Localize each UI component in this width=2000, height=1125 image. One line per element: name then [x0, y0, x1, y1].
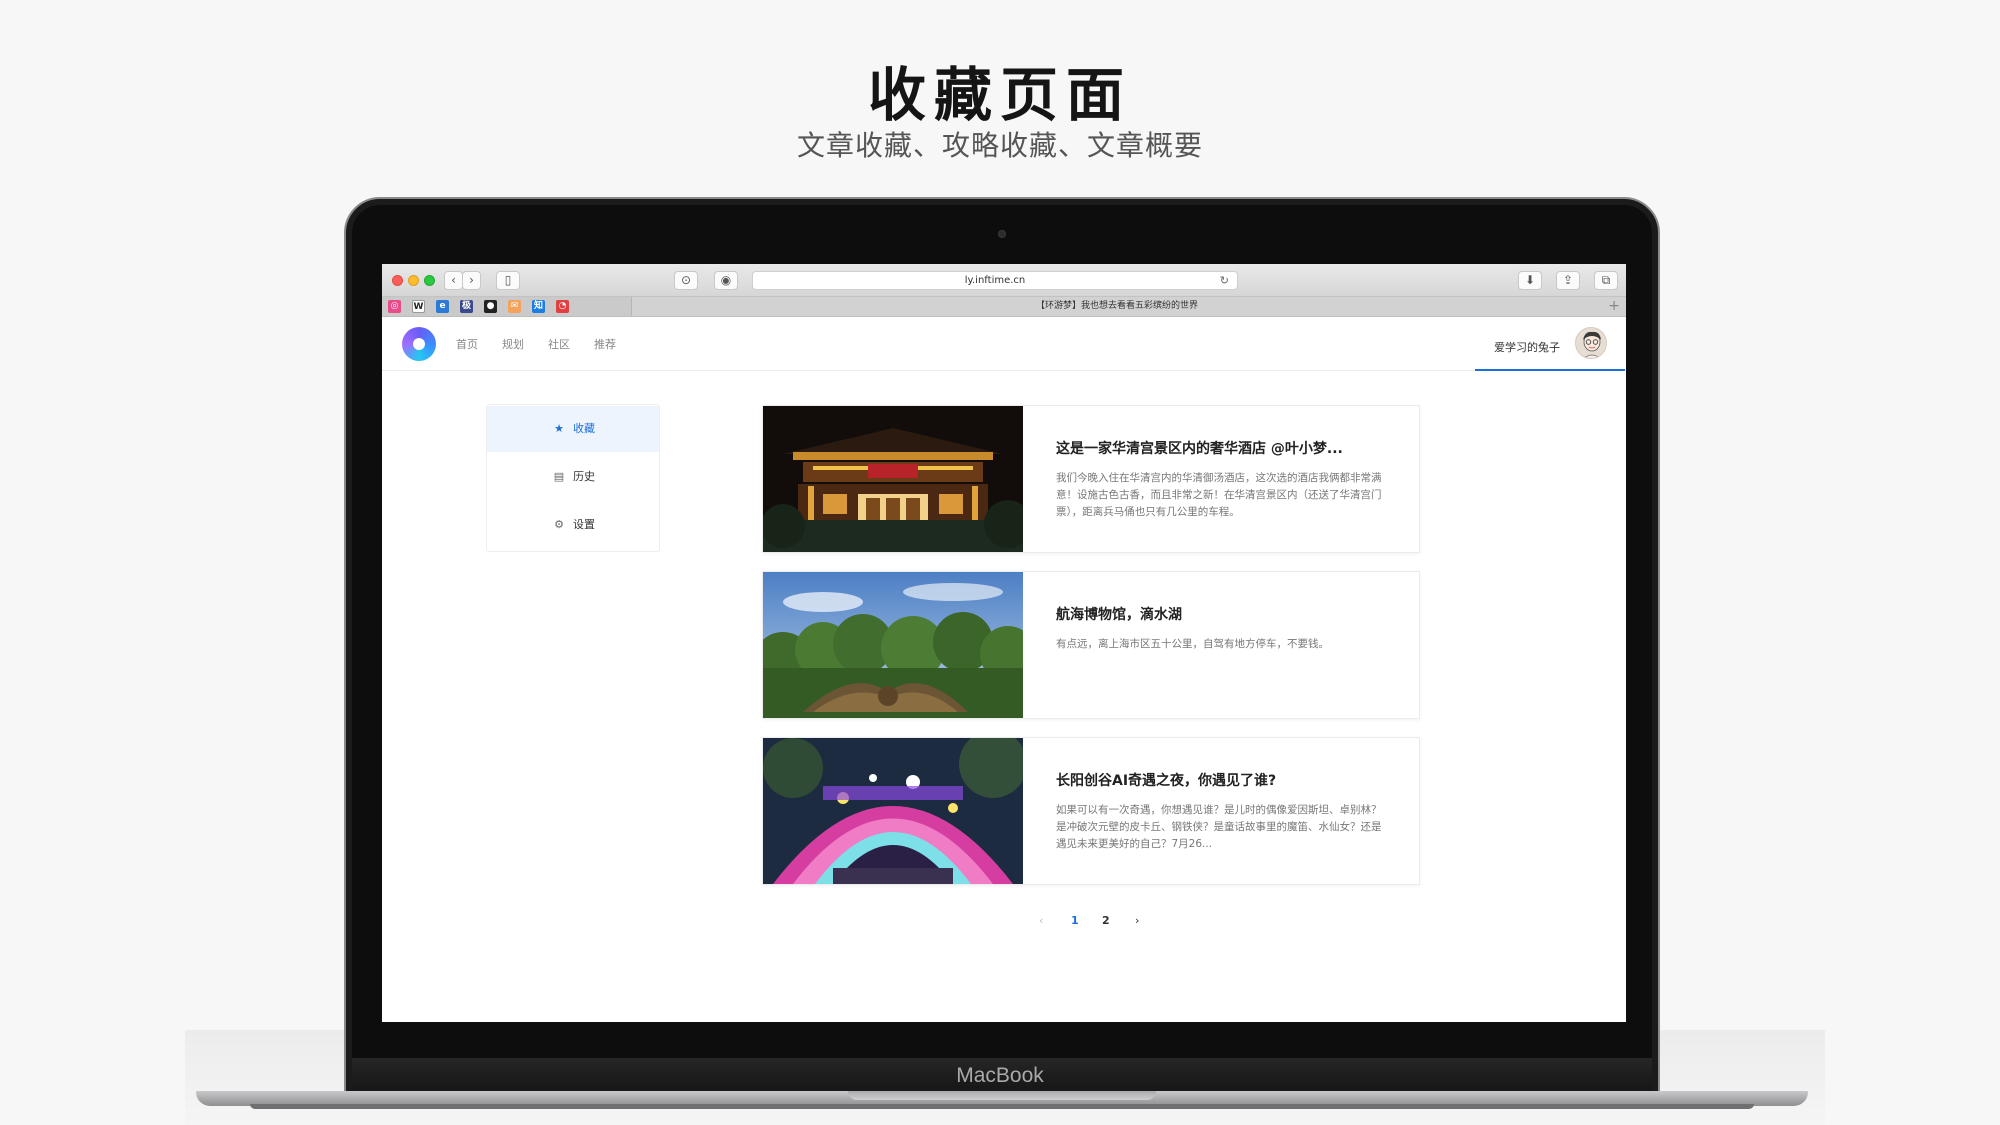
star-icon: ★ — [554, 422, 564, 435]
avatar[interactable] — [1575, 327, 1607, 359]
browser-toolbar: ‹ › ▯ ⊙ ◉ ly.inftime.cn ↻ ⬇ ⇪ ⧉ — [382, 264, 1626, 297]
article-title[interactable]: 航海博物馆，滴水湖 — [1056, 604, 1396, 624]
nav-plan[interactable]: 规划 — [502, 336, 524, 352]
page-subheading: 文章收藏、攻略收藏、文章概要 — [796, 129, 1203, 162]
article-thumbnail[interactable] — [763, 572, 1023, 718]
tabs-overview-icon[interactable]: ⧉ — [1594, 271, 1618, 290]
extension-icon[interactable]: ◉ — [714, 271, 738, 290]
edge-icon[interactable]: e — [436, 300, 449, 313]
camera-dot — [998, 230, 1006, 238]
next-page-button[interactable]: › — [1135, 914, 1139, 927]
nav-community[interactable]: 社区 — [548, 336, 570, 352]
page-1-button[interactable]: 1 — [1071, 914, 1079, 927]
bookmark-icon[interactable]: 极 — [460, 300, 473, 313]
close-window-button[interactable] — [392, 275, 403, 286]
article-title[interactable]: 长阳创谷AI奇遇之夜，你遇见了谁? — [1056, 770, 1396, 790]
laptop-base-bottom — [250, 1104, 1754, 1109]
sidebar-item-history[interactable]: ▤ 历史 — [487, 454, 659, 500]
new-tab-icon[interactable]: + — [1608, 297, 1620, 315]
article-thumbnail[interactable] — [763, 738, 1023, 884]
article-card[interactable]: 航海博物馆，滴水湖 有点远，离上海市区五十公里，自驾有地方停车，不要钱。 — [762, 571, 1420, 719]
sidebar-toggle-icon[interactable]: ▯ — [496, 271, 520, 290]
gear-icon: ⚙ — [554, 518, 564, 531]
reload-icon[interactable]: ↻ — [1220, 272, 1229, 289]
share-icon[interactable]: ⇪ — [1556, 271, 1580, 290]
sidebar-item-label: 历史 — [573, 470, 595, 483]
favorites-bar: ◎ We 极 ● ✉ 知 ◔ — [382, 297, 632, 316]
wikipedia-icon[interactable]: W — [412, 300, 425, 313]
nav-recommend[interactable]: 推荐 — [594, 336, 616, 352]
sidebar-item-settings[interactable]: ⚙ 设置 — [487, 502, 659, 548]
clipboard-icon: ▤ — [553, 470, 565, 483]
github-icon[interactable]: ● — [484, 300, 497, 313]
user-name[interactable]: 爱学习的兔子 — [1494, 339, 1560, 355]
mail-icon[interactable]: ✉ — [508, 300, 521, 313]
laptop-brand: MacBook — [956, 1064, 1044, 1087]
minimize-window-button[interactable] — [408, 275, 419, 286]
reader-icon[interactable]: ⊙ — [674, 271, 698, 290]
sidebar-item-favorites[interactable]: ★ 收藏 — [487, 406, 659, 452]
article-summary: 如果可以有一次奇遇，你想遇见谁？是儿时的偶像爱因斯坦、卓别林？是冲破次元壁的皮卡… — [1056, 804, 1382, 850]
page-2-button[interactable]: 2 — [1102, 914, 1110, 927]
back-icon[interactable]: ‹ — [444, 271, 463, 290]
sidebar-item-label: 收藏 — [573, 422, 595, 435]
nav-home[interactable]: 首页 — [456, 336, 478, 352]
article-thumbnail[interactable] — [763, 406, 1023, 552]
prev-page-button[interactable]: ‹ — [1039, 914, 1043, 927]
laptop-base-notch — [848, 1091, 1156, 1100]
app-header: 首页 规划 社区 推荐 爱学习的兔子 — [382, 317, 1626, 371]
address-bar[interactable]: ly.inftime.cn ↻ — [752, 271, 1238, 290]
dribbble-icon[interactable]: ◎ — [388, 300, 401, 313]
zoom-window-button[interactable] — [424, 275, 435, 286]
page-heading: 收藏页面 — [867, 61, 1132, 129]
browser-window: ‹ › ▯ ⊙ ◉ ly.inftime.cn ↻ ⬇ ⇪ ⧉ ◎ We 极 ● ✉ 知 ◔… — [382, 264, 1626, 1022]
article-summary: 我们今晚入住在华清宫内的华清御汤酒店，这次选的酒店我俩都非常满意！设施古色古香，… — [1056, 472, 1382, 518]
article-title[interactable]: 这是一家华清宫景区内的奢华酒店 @叶小梦... — [1056, 438, 1396, 458]
sidebar: ★ 收藏 ▤ 历史 ⚙ 设置 — [486, 404, 660, 552]
article-card[interactable]: 长阳创谷AI奇遇之夜，你遇见了谁? 如果可以有一次奇遇，你想遇见谁？是儿时的偶像… — [762, 737, 1420, 885]
download-icon[interactable]: ⬇ — [1518, 271, 1542, 290]
sidebar-item-label: 设置 — [573, 518, 595, 531]
article-summary: 有点远，离上海市区五十公里，自驾有地方停车，不要钱。 — [1056, 638, 1329, 650]
app-logo[interactable] — [402, 327, 436, 361]
zhihu-icon[interactable]: 知 — [532, 300, 545, 313]
url-text: ly.inftime.cn — [964, 275, 1026, 286]
article-card[interactable]: 这是一家华清宫景区内的奢华酒店 @叶小梦... 我们今晚入住在华清宫内的华清御汤… — [762, 405, 1420, 553]
active-tab[interactable]: 【环游梦】我也想去看看五彩缤纷的世界 — [632, 297, 1602, 316]
forward-icon[interactable]: › — [462, 271, 481, 290]
search-app-icon[interactable]: ◔ — [556, 300, 569, 313]
tab-bar: ◎ We 极 ● ✉ 知 ◔ 【环游梦】我也想去看看五彩缤纷的世界 + — [382, 297, 1626, 317]
